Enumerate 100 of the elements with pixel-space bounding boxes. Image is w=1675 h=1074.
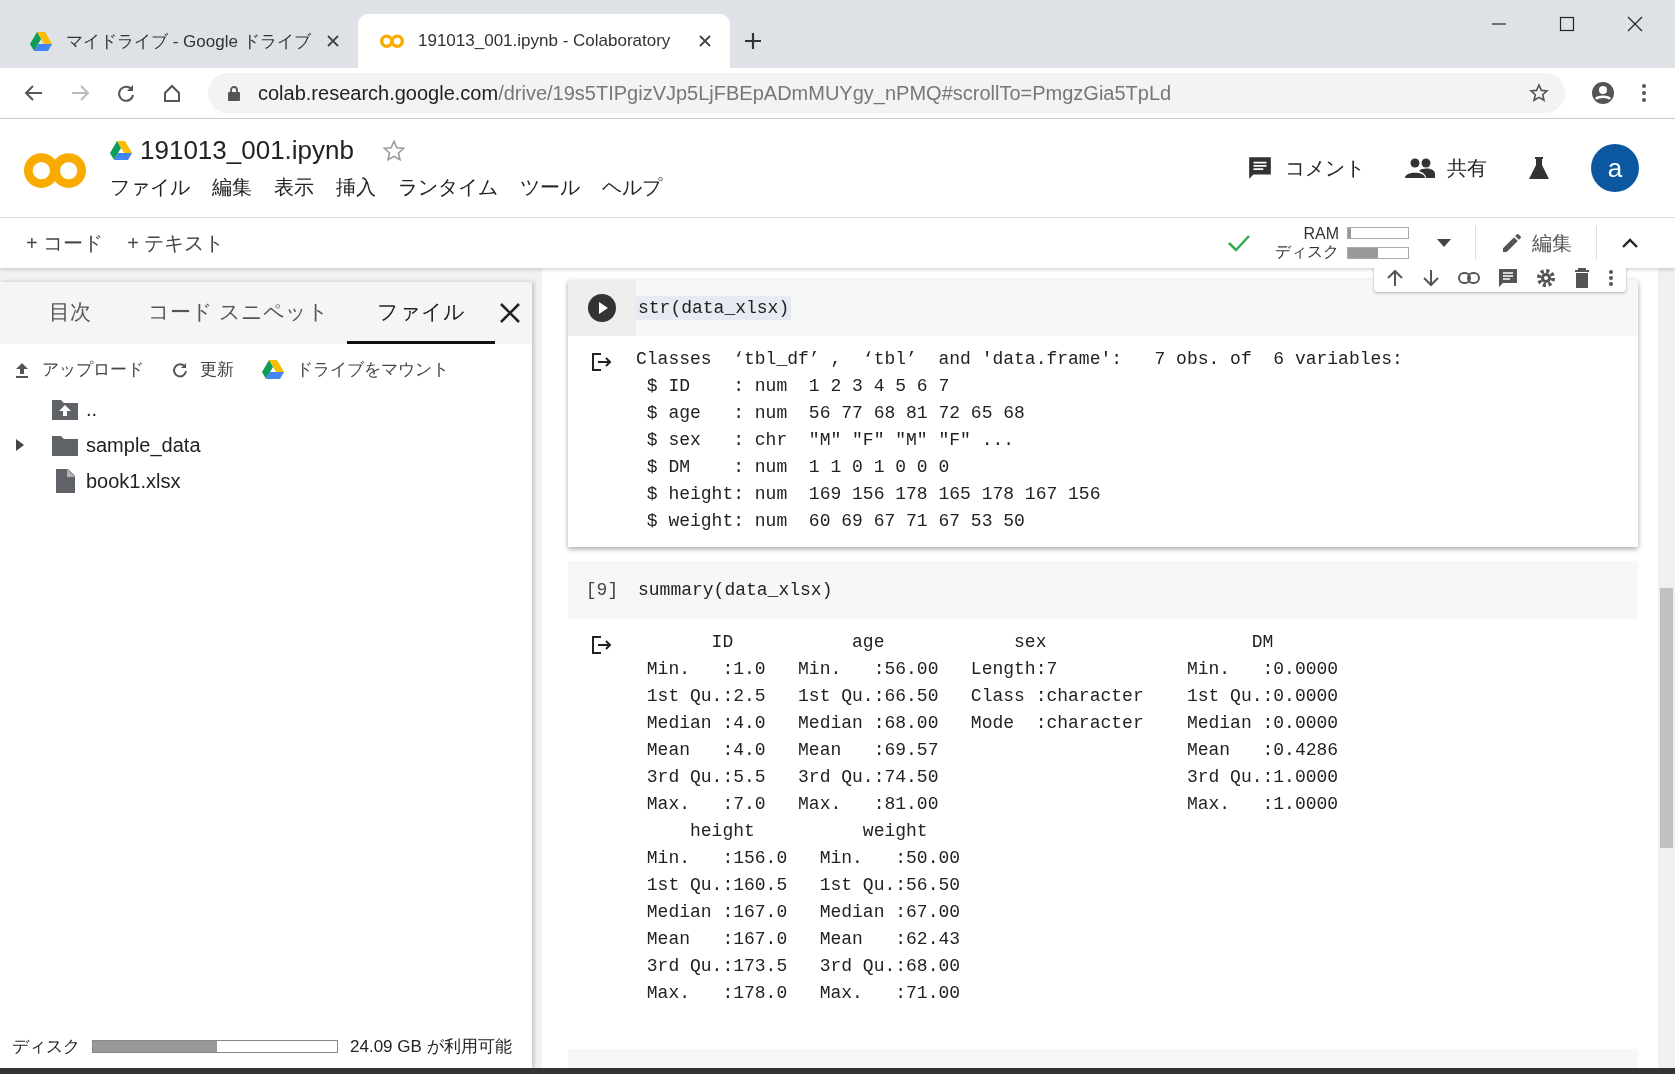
menu-item[interactable]: ランタイム	[398, 174, 498, 201]
scrollbar-thumb[interactable]	[1660, 588, 1673, 848]
people-icon	[1405, 158, 1435, 178]
colab-logo-icon	[380, 33, 404, 49]
header-button[interactable]: コメント	[1247, 154, 1365, 182]
close-icon[interactable]	[326, 34, 340, 48]
empty-cell[interactable]	[568, 1049, 1638, 1068]
tab-title: マイドライブ - Google ドライブ	[66, 30, 312, 53]
avatar[interactable]: a	[1591, 144, 1639, 192]
close-icon[interactable]	[499, 302, 521, 324]
more-vert-icon[interactable]	[1641, 83, 1647, 103]
sidebar-tab[interactable]: コード スニペット	[130, 282, 347, 344]
file-action-button[interactable]: アップロード	[14, 358, 144, 381]
trash-icon[interactable]	[1574, 268, 1590, 288]
output-line: height weight	[689, 820, 929, 843]
output-line: 1st Qu.:160.5 1st Qu.:56.50	[645, 874, 962, 897]
maximize-icon[interactable]	[1559, 16, 1575, 32]
output-line: Max. :7.0 Max. :81.00 Max. :1.0000	[645, 793, 1339, 816]
menu-item[interactable]: 表示	[274, 174, 314, 201]
browser-tab[interactable]: 191013_001.ipynb - Colaboratory	[358, 14, 730, 68]
output-line: Min. :1.0 Min. :56.00 Length:7 Min. :0.0000	[645, 658, 1339, 681]
resource-meter	[1347, 227, 1409, 239]
collapse-caret-icon[interactable]	[1621, 237, 1639, 249]
pencil-icon	[1500, 231, 1524, 255]
close-icon[interactable]	[698, 34, 712, 48]
sidebar-tab[interactable]: ファイル	[347, 282, 495, 344]
code-line[interactable]: summary(data_xlsx)	[636, 578, 835, 602]
header-button[interactable]: 共有	[1405, 154, 1487, 182]
file-action-button[interactable]: 更新	[172, 358, 234, 381]
output-line: Classes ‘tbl_df’ , ‘tbl’ and 'data.frame': 7 obs. of 6 variables:	[636, 348, 1403, 371]
file-name[interactable]: ..	[86, 397, 98, 421]
reload-icon[interactable]	[116, 83, 136, 103]
output-line: $ DM : num 1 1 0 1 0 0 0	[645, 456, 951, 479]
drive-logo-icon	[262, 360, 284, 379]
refresh-icon	[172, 361, 188, 378]
arrow-up-icon[interactable]	[1386, 269, 1404, 287]
menu-item[interactable]: ファイル	[110, 174, 190, 201]
resource-label: ディスク	[1275, 243, 1339, 261]
drive-logo-icon	[30, 31, 52, 51]
settings-icon[interactable]	[1536, 268, 1556, 288]
output-line: 3rd Qu.:5.5 3rd Qu.:74.50 3rd Qu.:1.0000	[645, 766, 1339, 789]
drive-logo-icon	[110, 141, 132, 160]
output-line: $ sex : chr ″M″ ″F″ ″M″ ″F″ ...	[645, 429, 1016, 452]
close-icon[interactable]	[1627, 16, 1643, 32]
file-name[interactable]: sample_data	[86, 433, 201, 457]
output-icon	[591, 352, 613, 372]
output-line: $ height: num 169 156 178 165 178 167 156	[645, 483, 1102, 506]
tab-title: 191013_001.ipynb - Colaboratory	[418, 31, 672, 51]
output-line: Max. :178.0 Max. :71.00	[645, 982, 962, 1005]
more-vert-icon[interactable]	[1608, 269, 1614, 287]
output-icon	[591, 635, 613, 655]
resource-label: RAM	[1303, 225, 1339, 243]
run-button-icon[interactable]	[587, 293, 617, 323]
notebook-title[interactable]: 191013_001.ipynb	[140, 135, 354, 166]
sidebar-tab[interactable]: 目次	[10, 282, 130, 344]
menu-item[interactable]: ツール	[520, 174, 580, 201]
comment-icon	[1247, 155, 1273, 181]
add-cell-button[interactable]: + テキスト	[127, 229, 225, 257]
folder-upload-icon	[52, 398, 78, 420]
output-line: Median :167.0 Median :67.00	[645, 901, 962, 924]
star-icon[interactable]	[1529, 83, 1549, 103]
disk-free-text: 24.09 GB が利用可能	[350, 1036, 512, 1058]
star-icon[interactable]	[382, 138, 406, 163]
browser-tab[interactable]: マイドライブ - Google ドライブ	[8, 14, 358, 68]
menu-item[interactable]: 編集	[212, 174, 252, 201]
resource-meter	[1347, 247, 1409, 259]
dropdown-caret-icon[interactable]	[1437, 239, 1451, 247]
output-line: Mean :4.0 Mean :69.57 Mean :0.4286	[645, 739, 1339, 762]
output-line: Min. :156.0 Min. :50.00	[645, 847, 962, 870]
execution-count: [9]	[585, 580, 619, 600]
link-icon[interactable]	[1458, 272, 1480, 284]
output-line: Median :4.0 Median :68.00 Mode :character Median :0.0000	[645, 712, 1339, 735]
home-icon[interactable]	[162, 83, 182, 103]
back-arrow-icon[interactable]	[24, 83, 44, 103]
menu-item[interactable]: 挿入	[336, 174, 376, 201]
address-bar[interactable]: colab.research.google.com/drive/19s5TIPgizVJp5LjFBEpADmMUYgy_nPMQ#scrollTo=PmgzGia5TpLd	[208, 73, 1565, 113]
upload-icon	[14, 361, 30, 378]
output-line: Mean :167.0 Mean :62.43	[645, 928, 962, 951]
file-action-button[interactable]: ドライブをマウント	[262, 358, 449, 381]
output-line: 1st Qu.:2.5 1st Qu.:66.50 Class :character 1st Qu.:0.0000	[645, 685, 1339, 708]
new-tab-icon[interactable]	[744, 32, 762, 50]
disk-label: ディスク	[12, 1036, 80, 1058]
comment-icon[interactable]	[1498, 268, 1518, 288]
menu-item[interactable]: ヘルプ	[602, 174, 662, 201]
flask-icon[interactable]	[1527, 156, 1551, 180]
lock-icon	[228, 85, 240, 101]
expand-caret-icon[interactable]	[14, 439, 24, 451]
output-line: 3rd Qu.:173.5 3rd Qu.:68.00	[645, 955, 962, 978]
output-line: $ ID : num 1 2 3 4 5 6 7	[645, 375, 951, 398]
folder-icon	[52, 434, 78, 456]
arrow-down-icon[interactable]	[1422, 269, 1440, 287]
add-cell-button[interactable]: + コード	[26, 229, 104, 257]
code-cell[interactable]	[568, 280, 1638, 547]
edit-button[interactable]: 編集	[1500, 229, 1572, 257]
output-line: ID age sex DM	[710, 631, 1275, 654]
account-icon[interactable]	[1591, 81, 1615, 105]
output-line: $ age : num 56 77 68 81 72 65 68	[645, 402, 1026, 425]
output-line: $ weight: num 60 69 67 71 67 53 50	[645, 510, 1026, 533]
colab-logo-icon	[24, 152, 86, 190]
file-name[interactable]: book1.xlsx	[86, 469, 181, 493]
